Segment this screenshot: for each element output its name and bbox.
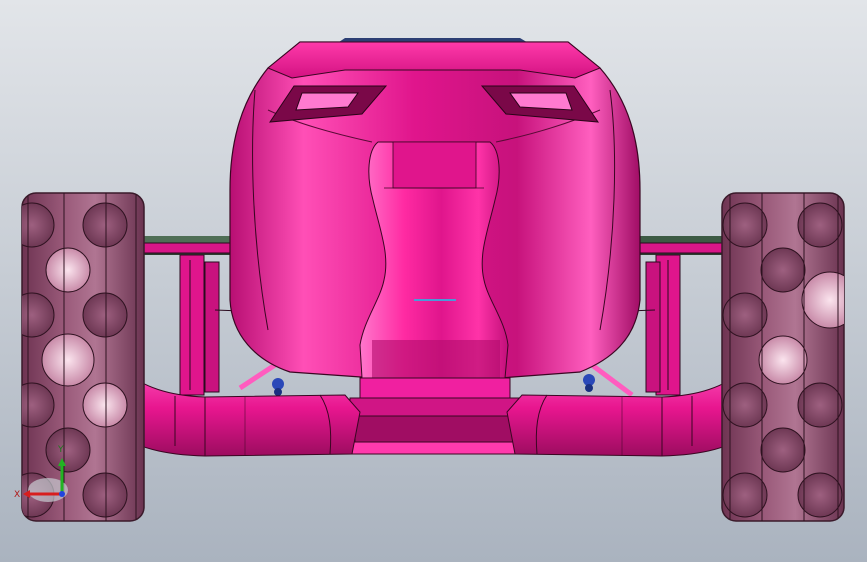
x-axis-label: X — [14, 490, 20, 500]
car-body — [229, 38, 641, 379]
y-axis-label: Y — [57, 445, 64, 455]
z-axis-point — [59, 491, 65, 497]
y-axis-arrow — [58, 458, 66, 466]
3d-viewport[interactable]: Y X — [0, 0, 867, 562]
x-axis-arrow — [23, 490, 30, 498]
model-view[interactable] — [0, 0, 867, 562]
front-bumper-step — [344, 377, 526, 455]
right-front-tire — [721, 192, 845, 522]
axis-triad-icon: Y X — [14, 445, 68, 502]
